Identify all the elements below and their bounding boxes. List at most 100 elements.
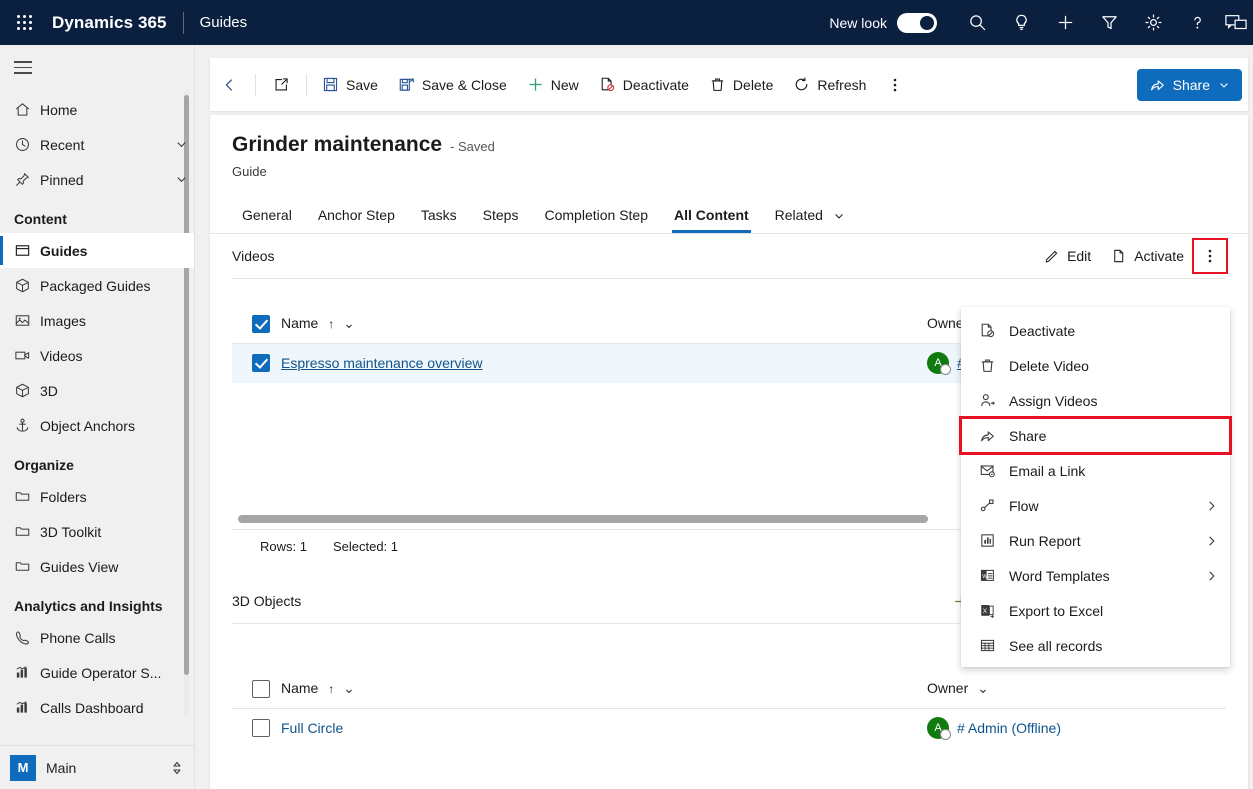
chevron-down-icon[interactable] — [168, 138, 194, 151]
sidebar-item-label: Videos — [40, 348, 194, 364]
sidebar-item-home[interactable]: Home — [0, 92, 194, 127]
gear-icon[interactable] — [1131, 0, 1175, 45]
save-button[interactable]: Save — [313, 67, 387, 103]
sidebar-item-guide-operator-summary[interactable]: Guide Operator S... — [0, 655, 194, 690]
tab-anchor-step[interactable]: Anchor Step — [308, 207, 405, 233]
help-icon[interactable] — [1175, 0, 1219, 45]
brand-title[interactable]: Dynamics 365 — [48, 13, 167, 33]
share-split-button[interactable]: Share — [1137, 69, 1242, 101]
sidebar-item-3d[interactable]: 3D — [0, 373, 194, 408]
chevron-down-icon[interactable] — [833, 210, 845, 222]
column-label: Name — [281, 315, 318, 331]
nav-collapse-button[interactable] — [0, 45, 194, 90]
menu-item-flow[interactable]: Flow — [961, 488, 1230, 523]
chevron-down-icon[interactable] — [1218, 79, 1230, 91]
new-look-toggle[interactable] — [897, 13, 937, 33]
video-name-link[interactable]: Espresso maintenance overview — [281, 355, 483, 371]
command-divider — [255, 74, 256, 96]
menu-item-share[interactable]: Share — [961, 418, 1230, 453]
tab-completion-step[interactable]: Completion Step — [534, 207, 658, 233]
sidebar-item-calls-dashboard[interactable]: Calls Dashboard — [0, 690, 194, 725]
activate-button[interactable]: Activate — [1101, 240, 1194, 272]
chevron-right-icon[interactable] — [1205, 498, 1218, 514]
sidebar-item-guides-view[interactable]: Guides View — [0, 549, 194, 584]
popout-icon — [272, 76, 290, 94]
menu-item-label: Delete Video — [1009, 358, 1218, 374]
sidebar-item-label: Folders — [40, 489, 194, 505]
sidebar-item-phone-calls[interactable]: Phone Calls — [0, 620, 194, 655]
edit-button[interactable]: Edit — [1034, 240, 1101, 272]
sidebar-item-3d-toolkit[interactable]: 3D Toolkit — [0, 514, 194, 549]
command-bar: Save Save & Close New Deactivate Delete — [210, 58, 1248, 111]
word-icon: W — [979, 567, 1009, 584]
filter-icon[interactable] — [1087, 0, 1131, 45]
delete-button[interactable]: Delete — [700, 67, 782, 103]
chevron-down-icon[interactable]: ⌄ — [343, 315, 355, 331]
select-all-checkbox[interactable] — [252, 315, 270, 333]
sidebar-item-guides[interactable]: Guides — [0, 233, 194, 268]
column-header-name[interactable]: Name ↑ ⌄ — [280, 670, 926, 708]
trash-icon — [979, 357, 1009, 374]
menu-item-delete-video[interactable]: Delete Video — [961, 348, 1230, 383]
sidebar-item-recent[interactable]: Recent — [0, 127, 194, 162]
menu-item-export-to-excel[interactable]: X Export to Excel — [961, 593, 1230, 628]
app-launcher-icon[interactable] — [0, 0, 48, 45]
chevron-down-icon[interactable]: ⌄ — [343, 680, 355, 696]
save-and-close-button[interactable]: Save & Close — [389, 67, 516, 103]
tab-all-content[interactable]: All Content — [664, 207, 759, 233]
tab-steps[interactable]: Steps — [473, 207, 529, 233]
row-checkbox[interactable] — [252, 354, 270, 372]
action-label: Activate — [1134, 248, 1184, 264]
sidebar-primary-list: Home Recent Pinned — [0, 90, 194, 725]
menu-item-assign-videos[interactable]: Assign Videos — [961, 383, 1230, 418]
sidebar-item-videos[interactable]: Videos — [0, 338, 194, 373]
deactivate-button[interactable]: Deactivate — [590, 67, 698, 103]
owner-link[interactable]: # Admin (Offline) — [957, 720, 1061, 736]
lightbulb-icon[interactable] — [999, 0, 1043, 45]
menu-item-see-all-records[interactable]: See all records — [961, 628, 1230, 663]
command-overflow-button[interactable] — [877, 67, 913, 103]
new-button[interactable]: New — [518, 67, 588, 103]
column-header-owner[interactable]: Owner ⌄ — [926, 670, 1226, 708]
select-all-cell — [232, 670, 280, 708]
table-row[interactable]: Full Circle A # Admin (Offline) — [232, 708, 1226, 748]
tab-related[interactable]: Related — [765, 207, 855, 233]
select-all-cell — [232, 305, 280, 343]
more-vertical-icon — [1202, 247, 1218, 265]
sidebar-item-object-anchors[interactable]: Object Anchors — [0, 408, 194, 443]
menu-item-run-report[interactable]: Run Report — [961, 523, 1230, 558]
back-button[interactable] — [211, 67, 249, 103]
menu-item-word-templates[interactable]: W Word Templates — [961, 558, 1230, 593]
app-name[interactable]: Guides — [200, 14, 248, 31]
videos-overflow-button[interactable] — [1194, 240, 1226, 272]
sidebar-item-pinned[interactable]: Pinned — [0, 162, 194, 197]
tab-label: Related — [775, 207, 823, 223]
area-switcher-icon[interactable] — [170, 760, 184, 776]
area-switcher[interactable]: M Main — [0, 745, 194, 789]
videos-section-header: Videos Edit Activate — [232, 234, 1226, 278]
object-name-link[interactable]: Full Circle — [281, 720, 343, 736]
sidebar-item-images[interactable]: Images — [0, 303, 194, 338]
chevron-right-icon[interactable] — [1205, 568, 1218, 584]
sidebar-item-label: 3D — [40, 383, 194, 399]
menu-item-email-a-link[interactable]: Email a Link — [961, 453, 1230, 488]
refresh-button[interactable]: Refresh — [784, 67, 875, 103]
tab-tasks[interactable]: Tasks — [411, 207, 467, 233]
sidebar-item-packaged-guides[interactable]: Packaged Guides — [0, 268, 194, 303]
plus-icon[interactable] — [1043, 0, 1087, 45]
tab-general[interactable]: General — [232, 207, 302, 233]
videos-horizontal-scrollbar-thumb[interactable] — [238, 515, 928, 523]
column-header-name[interactable]: Name ↑ ⌄ — [280, 305, 926, 343]
sidebar-item-folders[interactable]: Folders — [0, 479, 194, 514]
sidebar-item-label: 3D Toolkit — [40, 524, 194, 540]
chevron-right-icon[interactable] — [1205, 533, 1218, 549]
search-icon[interactable] — [955, 0, 999, 45]
select-all-checkbox[interactable] — [252, 680, 270, 698]
row-checkbox[interactable] — [252, 719, 270, 737]
open-in-new-window-button[interactable] — [262, 67, 300, 103]
menu-item-deactivate[interactable]: Deactivate — [961, 313, 1230, 348]
chevron-down-icon[interactable]: ⌄ — [977, 680, 989, 696]
menu-item-label: Export to Excel — [1009, 603, 1218, 619]
feedback-icon[interactable] — [1219, 0, 1253, 45]
chevron-down-icon[interactable] — [168, 173, 194, 186]
